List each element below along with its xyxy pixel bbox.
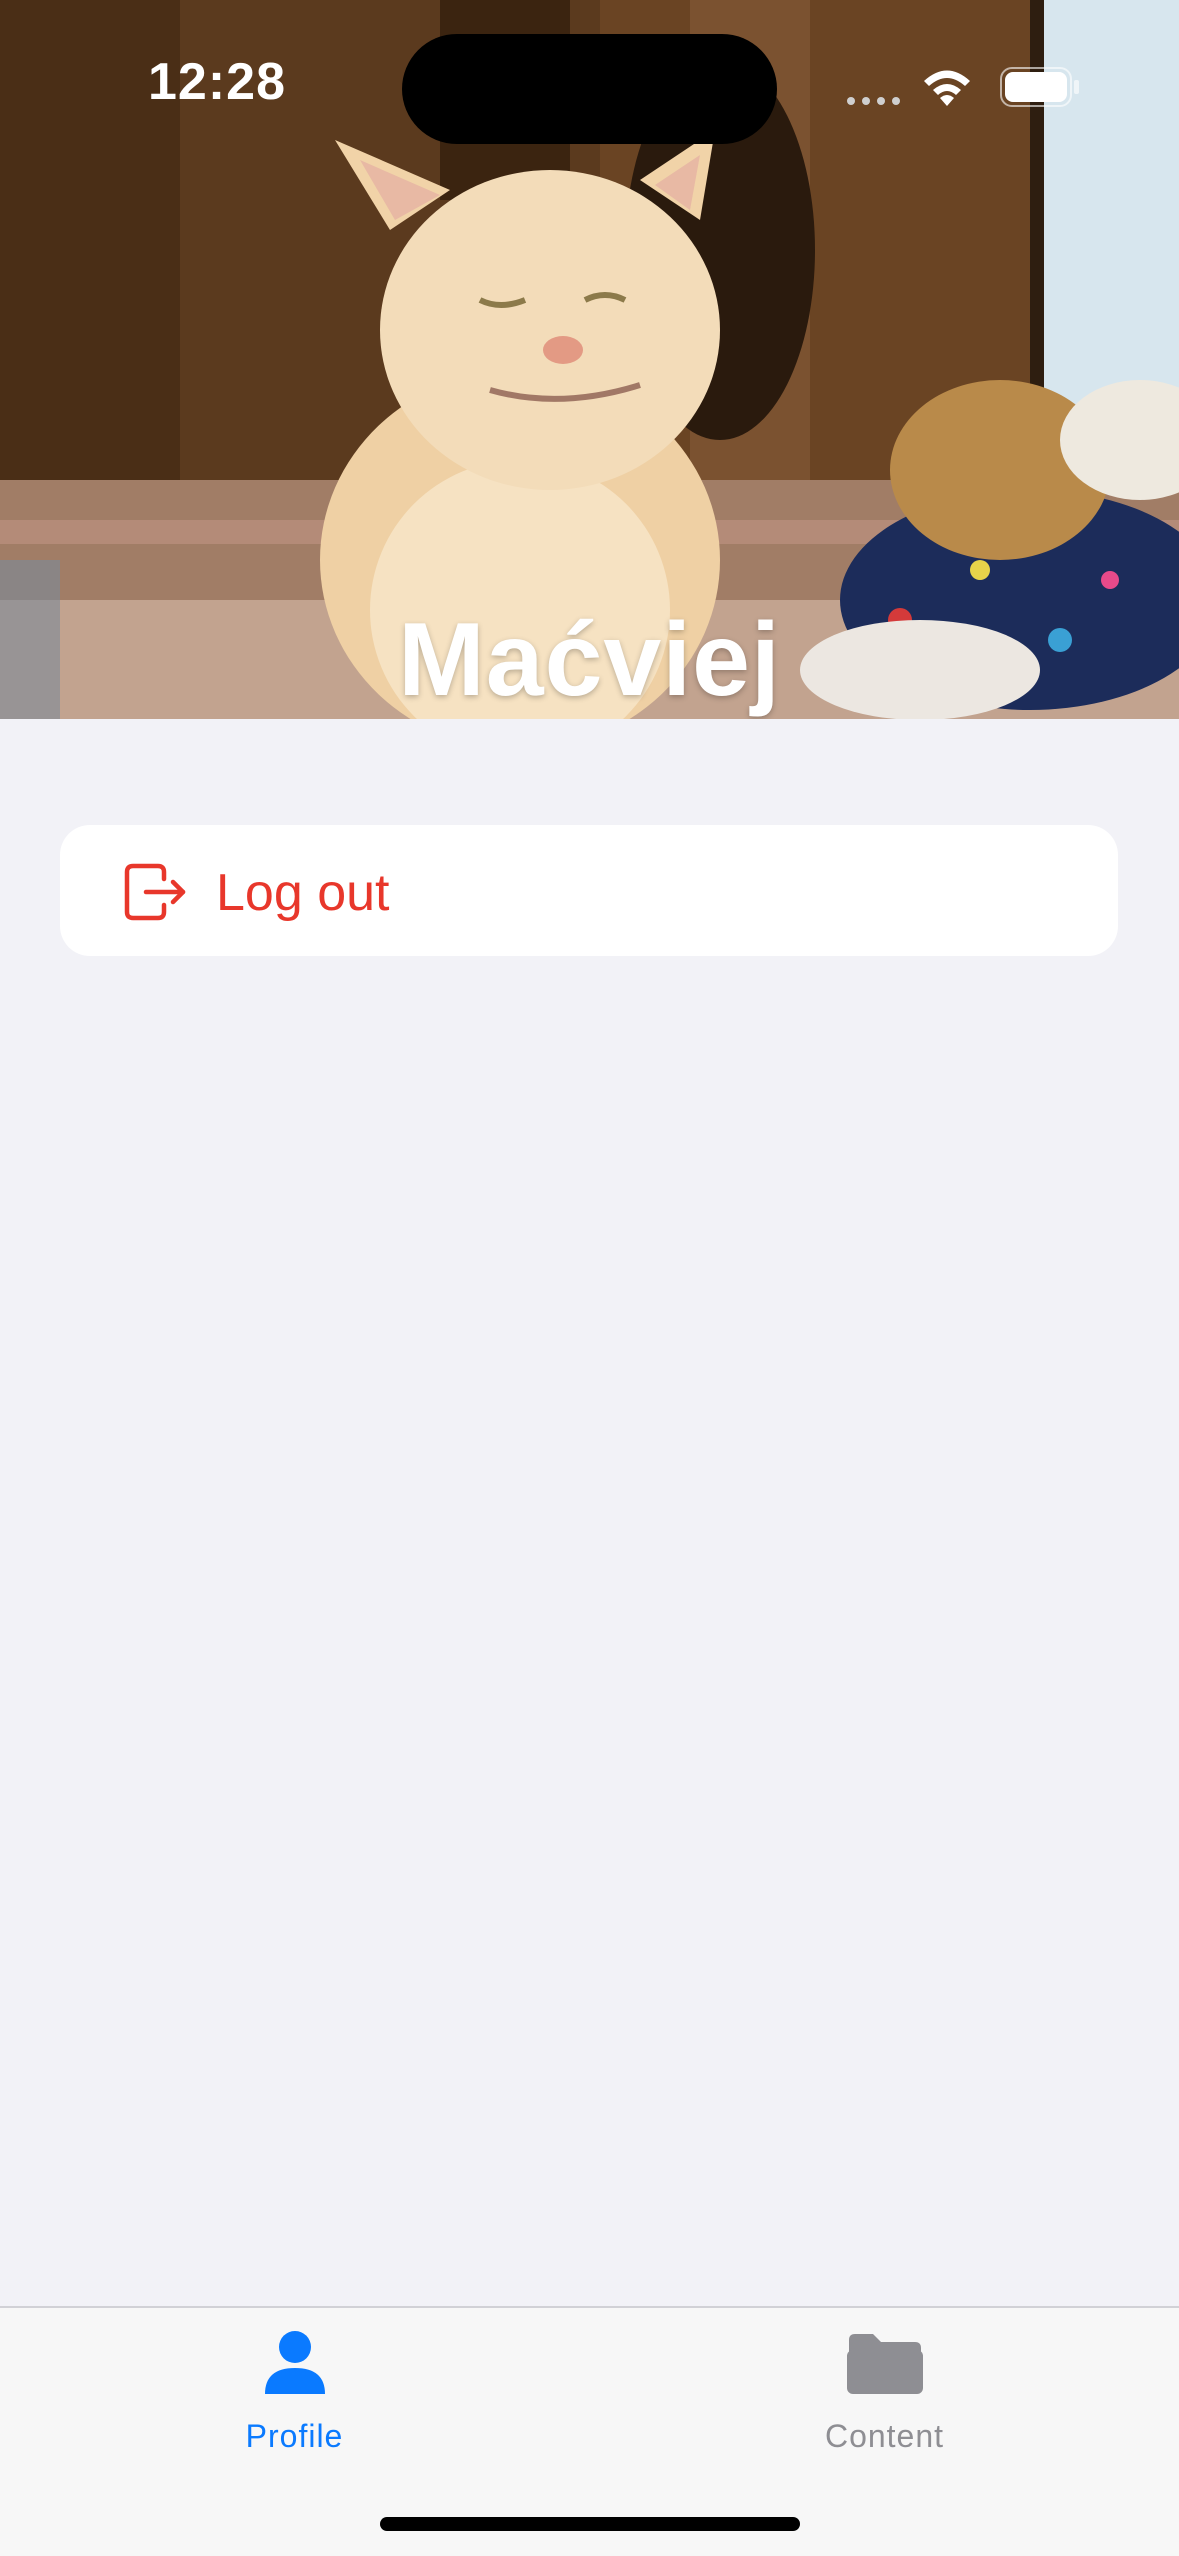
tab-profile[interactable]: Profile <box>0 2308 589 2478</box>
wifi-icon <box>924 70 970 106</box>
settings-card: Log out <box>60 825 1118 956</box>
profile-screen: Maćviej 12:28 Log out Profile Content <box>0 0 1179 2556</box>
tab-content[interactable]: Content <box>590 2308 1179 2478</box>
person-icon <box>264 2331 325 2394</box>
status-time: 12:28 <box>148 53 286 111</box>
status-bar: 12:28 <box>0 0 1179 175</box>
tab-bar: Profile Content <box>0 2306 1179 2556</box>
logout-button[interactable]: Log out <box>60 825 1118 956</box>
tab-profile-label: Profile <box>245 2418 344 2454</box>
profile-name: Maćviej <box>398 602 781 718</box>
cellular-signal-icon <box>847 97 900 105</box>
home-indicator[interactable] <box>380 2517 800 2531</box>
logout-label: Log out <box>216 864 390 922</box>
folder-icon <box>846 2334 923 2394</box>
battery-icon <box>1000 67 1079 107</box>
tab-content-label: Content <box>824 2418 945 2454</box>
logout-arrow-icon <box>124 863 186 921</box>
dynamic-island <box>402 34 777 144</box>
